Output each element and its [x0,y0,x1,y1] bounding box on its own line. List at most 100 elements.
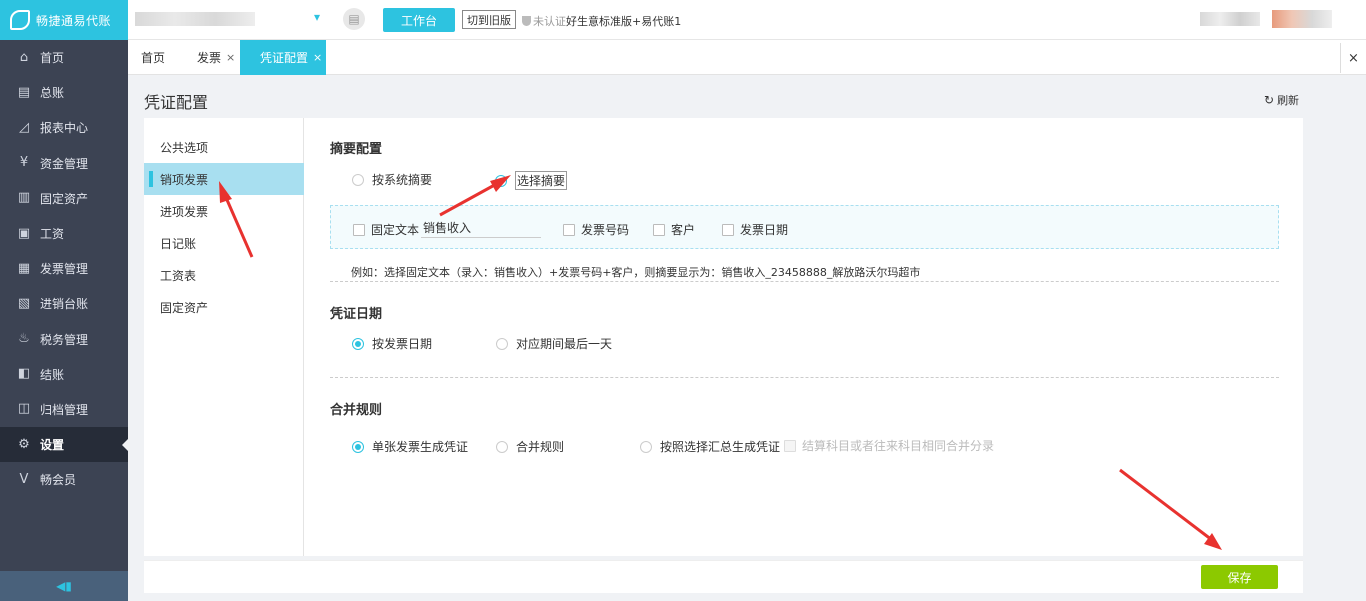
asset-icon: ▥ [17,190,31,206]
radio-label: 对应期间最后一天 [516,337,613,351]
summary-config-title: 摘要配置 [330,142,383,157]
sidebar-item-label: 固定资产 [40,191,89,206]
nav-item-public-options[interactable]: 公共选项 [144,131,304,163]
radio-select-summary[interactable]: 选择摘要 [495,171,568,190]
tab-home[interactable]: 首页 [141,40,165,75]
nav-item-salary-sheet[interactable]: 工资表 [144,259,304,291]
avatar[interactable] [1272,10,1332,28]
summary-example-text: 例如：选择固定文本（录入：销售收入）+发票号码+客户，则摘要显示为：销售收入_2… [351,266,921,279]
tax-icon: ♨ [18,331,30,347]
sidebar-item-label: 归档管理 [40,402,89,417]
refresh-icon: ↻ [1264,93,1275,107]
sidebar-item[interactable]: ◫ 归档管理 [0,392,128,427]
workbench-button[interactable]: 工作台 [383,8,455,32]
sidebar-item[interactable]: ¥ 资金管理 [0,146,128,181]
nav-item-journal[interactable]: 日记账 [144,227,304,259]
refresh-button[interactable]: ↻ 刷新 [1264,92,1299,108]
sidebar-item-label: 首页 [40,51,65,66]
radio-label: 合并规则 [516,440,565,454]
switch-old-version-button[interactable]: 切到旧版 [462,10,516,29]
radio-dot [496,440,508,453]
radio-summary-by-selection[interactable]: 按照选择汇总生成凭证 [640,438,780,455]
collapse-icon: ◀▮ [56,579,72,593]
checkbox-invoice-date[interactable]: 发票日期 [722,221,788,238]
nav-item-sales-invoice[interactable]: 销项发票 [144,163,304,195]
sidebar-item[interactable]: ⚙ 设置 [0,427,128,463]
nav-item-fixed-assets[interactable]: 固定资产 [144,291,304,323]
checkout-icon: ◧ [17,366,31,382]
sidebar-item[interactable]: ▤ 总账 [0,75,128,110]
checkbox-invoice-number[interactable]: 发票号码 [563,221,629,238]
top-bar: 畅捷通易代账 ▾ ▤ 工作台 切到旧版 未认证 好生意标准版+易代账1 [0,0,1366,40]
radio-period-last-day[interactable]: 对应期间最后一天 [496,335,612,352]
chevron-down-icon[interactable]: ▾ [314,10,328,26]
radio-dot [496,337,508,350]
close-icon[interactable]: × [313,51,322,64]
sidebar-item[interactable]: ▦ 发票管理 [0,251,128,286]
app-logo[interactable]: 畅捷通易代账 [0,0,128,40]
checkbox-label: 发票号码 [581,223,630,237]
document-icon[interactable]: ▤ [343,8,365,30]
sidebar-item[interactable]: ▧ 进销台账 [0,286,128,321]
checkbox-box [563,223,575,236]
cert-status[interactable]: 未认证 [522,13,566,29]
sidebar-item-label: 税务管理 [40,332,89,347]
sidebar-item[interactable]: ⌂ 首页 [0,40,128,75]
close-icon[interactable]: × [226,51,235,64]
close-all-tabs-button[interactable]: × [1340,43,1366,73]
radio-dot [352,173,364,186]
sidebar-item-label: 畅会员 [40,473,77,488]
sidebar-item[interactable]: ♨ 税务管理 [0,322,128,357]
sidebar-item-label: 进销台账 [40,297,89,312]
salary-icon: ▣ [17,225,31,241]
radio-dot [352,440,364,453]
voucher-date-title: 凭证日期 [330,307,383,322]
home-icon: ⌂ [19,49,29,65]
user-info-blurred[interactable] [1200,12,1260,26]
footer-bar [144,560,1303,593]
sidebar-item-label: 发票管理 [40,262,89,277]
checkbox-box [353,223,365,236]
checkbox-label: 客户 [671,223,696,237]
checkbox-box [653,223,665,236]
company-name-blurred[interactable] [135,12,255,26]
tab-voucher-config[interactable]: 凭证配置 × [240,40,326,75]
chart-icon: ◿ [19,119,29,135]
sidebar-item-label: 结账 [40,367,65,382]
nav-item-purchase-invoice[interactable]: 进项发票 [144,195,304,227]
money-icon: ¥ [19,155,29,171]
radio-system-summary[interactable]: 按系统摘要 [352,171,432,188]
ledger-icon: ▤ [17,84,31,100]
archive-icon: ◫ [17,401,31,417]
fixed-text-input[interactable] [421,218,541,238]
divider [330,377,1279,378]
checkbox-box [784,439,796,452]
tab-label: 凭证配置 [260,51,309,65]
sidebar-item[interactable]: ▣ 工资 [0,216,128,251]
sidebar-item-label: 设置 [40,438,65,453]
tab-invoice[interactable]: 发票 × [197,40,235,75]
refresh-label: 刷新 [1277,94,1300,107]
sidebar-item[interactable]: ◿ 报表中心 [0,110,128,145]
sidebar-item-label: 总账 [40,86,65,101]
radio-by-invoice-date[interactable]: 按发票日期 [352,335,432,352]
collapse-sidebar-button[interactable]: ◀▮ [0,571,128,601]
sidebar-item[interactable]: ◧ 结账 [0,357,128,392]
summary-options-box: 固定文本 发票号码 客户 发票日期 [330,205,1279,249]
radio-single-invoice-voucher[interactable]: 单张发票生成凭证 [352,438,468,455]
radio-merge-rules[interactable]: 合并规则 [496,438,564,455]
inventory-icon: ▧ [17,295,31,311]
divider [330,281,1279,282]
checkbox-label: 固定文本 [371,223,420,237]
sidebar-item[interactable]: ▥ 固定资产 [0,181,128,216]
checkbox-box [722,223,734,236]
sidebar-item-label: 工资 [40,227,65,242]
tab-bar: 首页 发票 × 凭证配置 × × [128,40,1366,75]
checkbox-customer[interactable]: 客户 [653,221,695,238]
checkbox-fixed-text[interactable]: 固定文本 [353,221,419,238]
logo-icon [10,10,30,30]
sidebar-item[interactable]: V 畅会员 [0,462,128,497]
save-button[interactable]: 保存 [1201,565,1278,589]
checkbox-merge-same-account[interactable]: 结算科目或者往来科目相同合并分录 [784,437,994,454]
radio-dot [495,174,507,187]
